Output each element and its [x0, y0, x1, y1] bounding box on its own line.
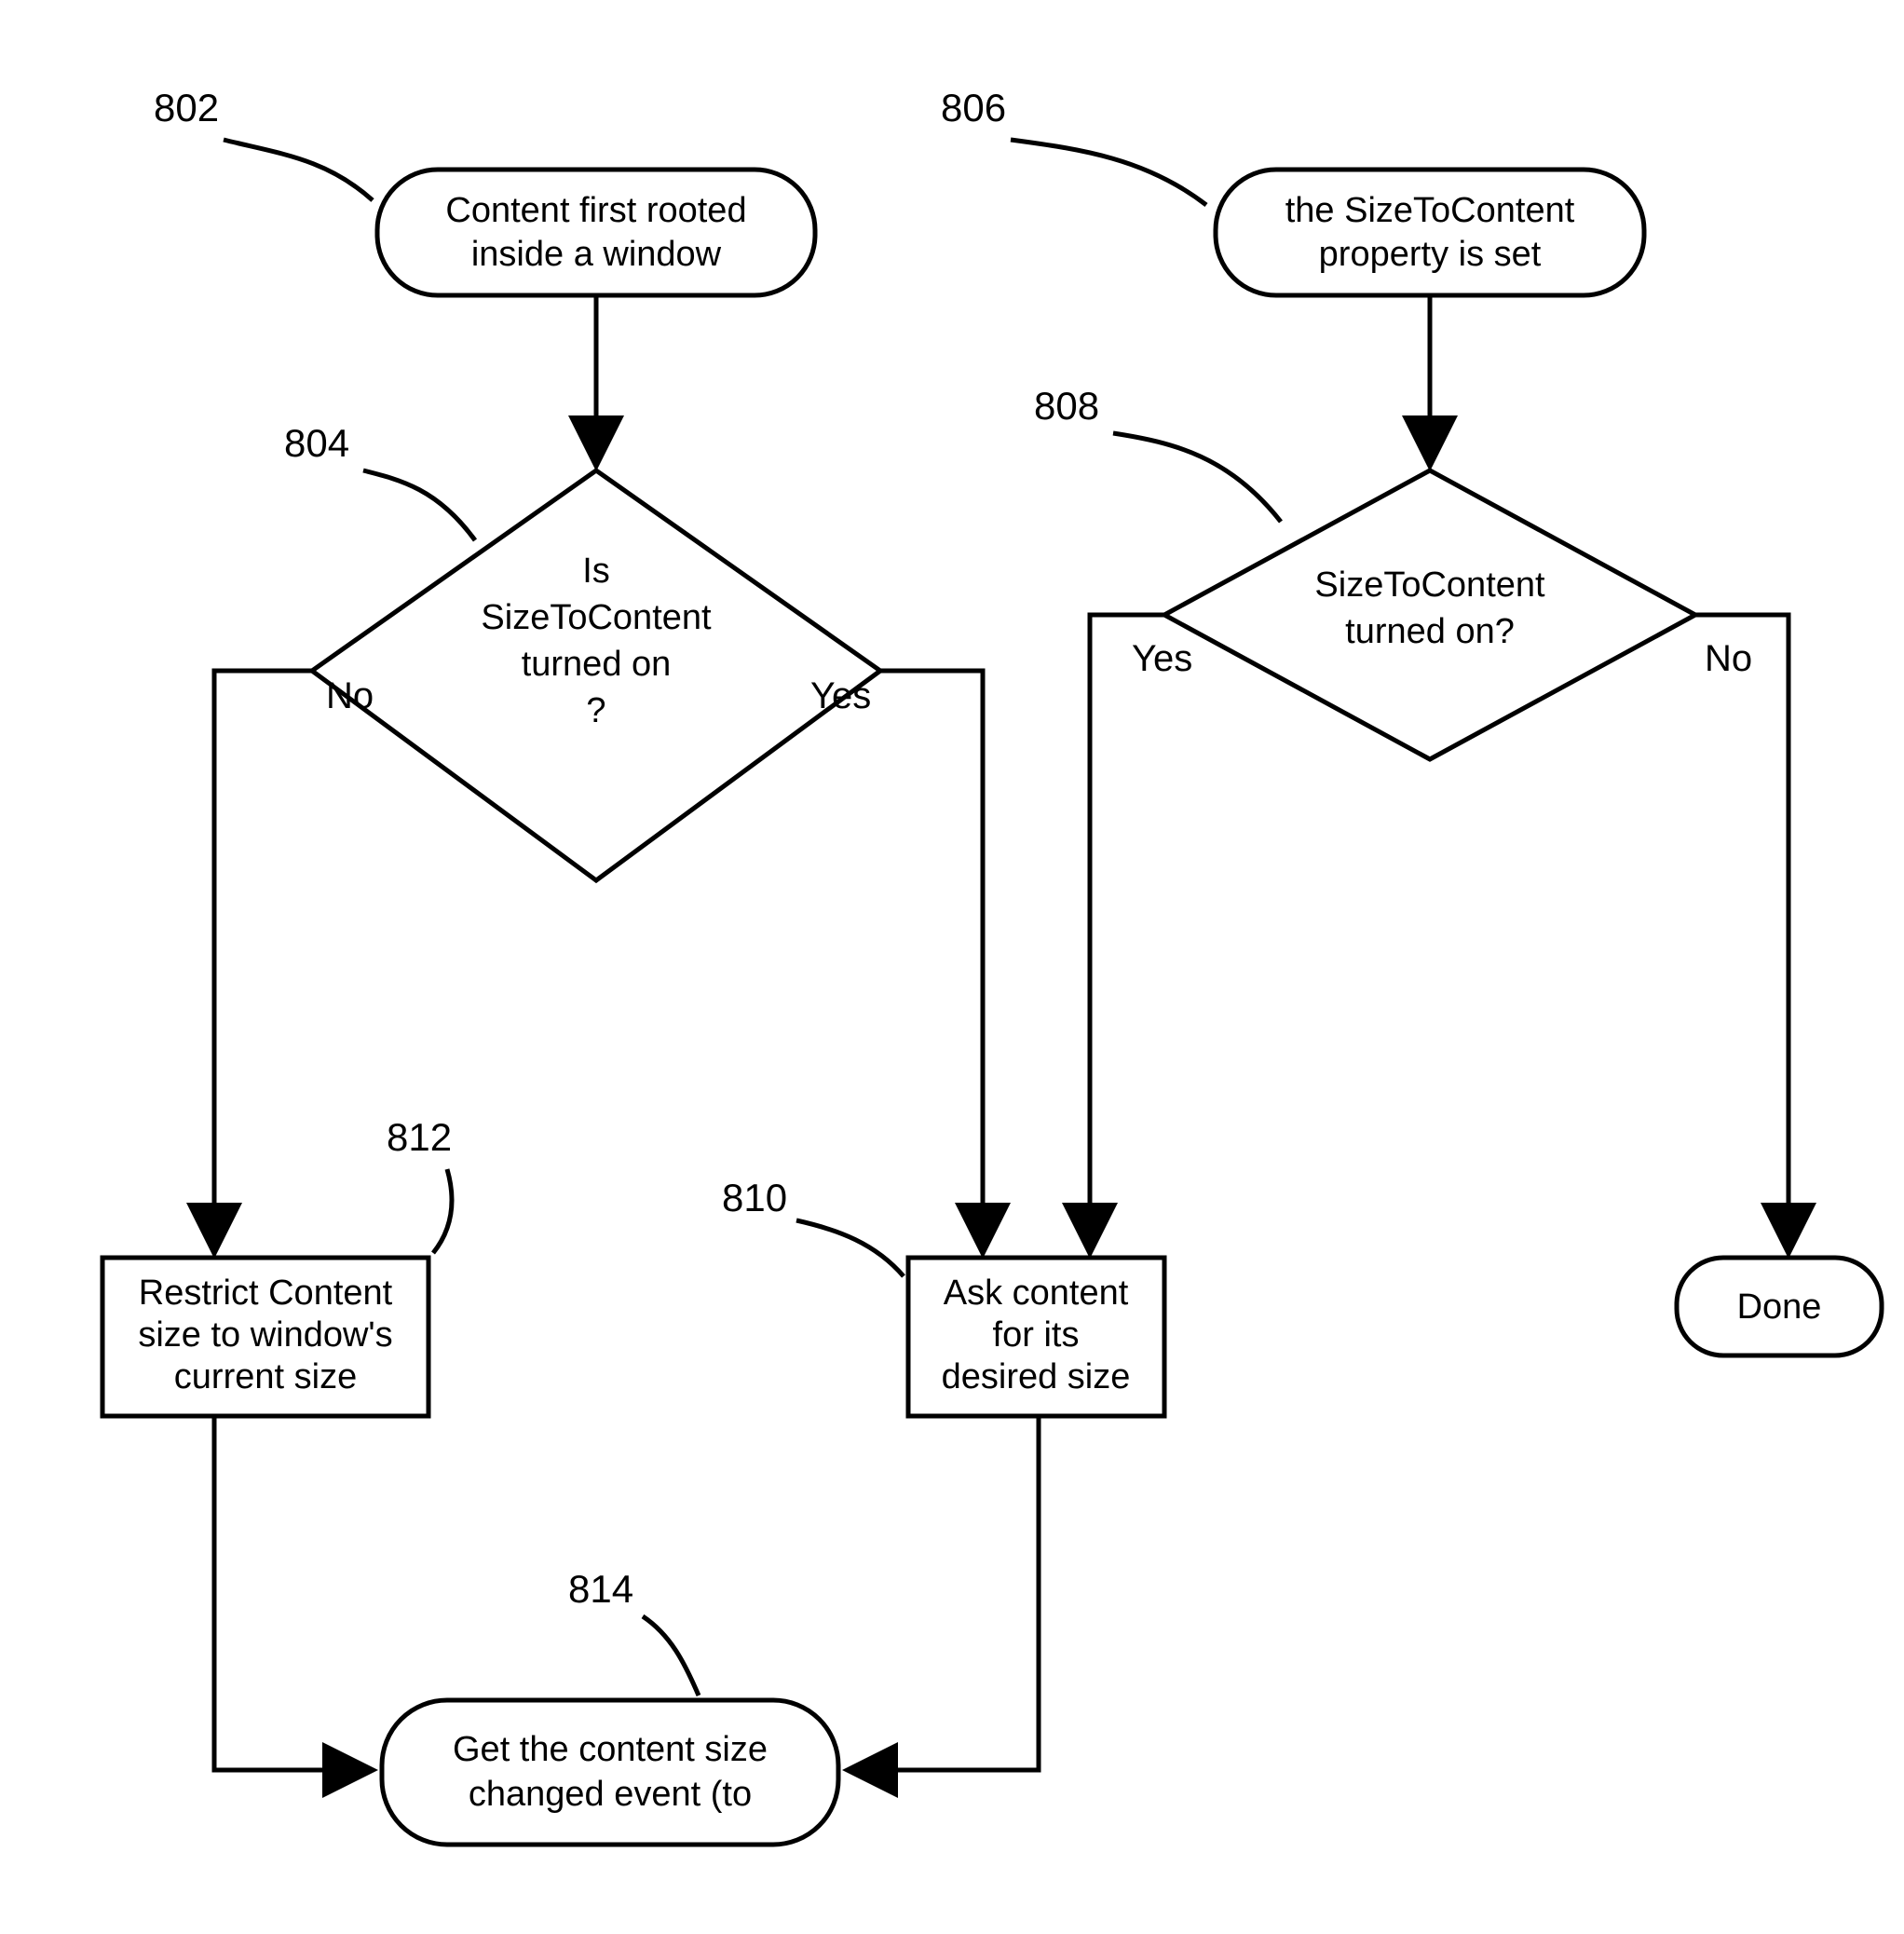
n814-l1: Get the content size	[453, 1730, 768, 1769]
terminal-done: Done	[1677, 1258, 1882, 1355]
edge-804-no	[214, 671, 312, 1253]
edge-810-814	[848, 1416, 1039, 1770]
label-808-no: No	[1705, 638, 1752, 679]
edge-804-yes	[880, 671, 983, 1253]
n806-l1: the SizeToContent	[1285, 191, 1575, 230]
edge-808-no	[1695, 615, 1788, 1253]
n804-l2: SizeToContent	[481, 598, 712, 637]
n810-l2: for its	[993, 1315, 1080, 1355]
n804-l4: ?	[586, 691, 605, 730]
n814-l2: changed event (to	[469, 1775, 752, 1814]
leader-804	[363, 470, 475, 540]
ref-806: 806	[941, 86, 1006, 129]
n804-l1: Is	[582, 552, 610, 591]
terminal-814: Get the content size changed event (to	[382, 1700, 838, 1845]
ref-814: 814	[568, 1567, 633, 1611]
n804-l3: turned on	[522, 645, 672, 684]
n808-l1: SizeToContent	[1314, 565, 1545, 605]
edge-808-yes	[1090, 615, 1164, 1253]
decision-808: SizeToContent turned on?	[1164, 470, 1695, 759]
n806-l2: property is set	[1319, 235, 1542, 274]
n808-l2: turned on?	[1345, 612, 1515, 651]
leader-802	[224, 140, 373, 200]
label-804-no: No	[326, 675, 374, 716]
leader-810	[796, 1220, 904, 1276]
terminal-802: Content first rooted inside a window	[377, 170, 815, 295]
n812-l3: current size	[174, 1357, 357, 1396]
edge-812-814	[214, 1416, 373, 1770]
leader-812	[433, 1169, 452, 1253]
process-810: Ask content for its desired size	[908, 1258, 1164, 1416]
terminal-806: the SizeToContent property is set	[1216, 170, 1644, 295]
n812-l1: Restrict Content	[139, 1273, 393, 1313]
process-812: Restrict Content size to window's curren…	[102, 1258, 428, 1416]
n812-l2: size to window's	[138, 1315, 392, 1355]
ref-808: 808	[1034, 384, 1099, 428]
flowchart-diagram: Content first rooted inside a window 802…	[0, 0, 1904, 1934]
label-804-yes: Yes	[810, 675, 871, 716]
decision-804: Is SizeToContent turned on ?	[312, 470, 880, 880]
leader-806	[1011, 140, 1206, 205]
ref-804: 804	[284, 421, 349, 465]
n810-l1: Ask content	[944, 1273, 1129, 1313]
ref-802: 802	[154, 86, 219, 129]
leader-808	[1113, 433, 1281, 522]
label-808-yes: Yes	[1132, 638, 1192, 679]
ref-812: 812	[387, 1115, 452, 1159]
ref-810: 810	[722, 1176, 787, 1219]
n802-l2: inside a window	[471, 235, 722, 274]
n810-l3: desired size	[942, 1357, 1131, 1396]
leader-814	[643, 1616, 699, 1696]
n802-l1: Content first rooted	[445, 191, 746, 230]
done-l1: Done	[1737, 1287, 1822, 1327]
